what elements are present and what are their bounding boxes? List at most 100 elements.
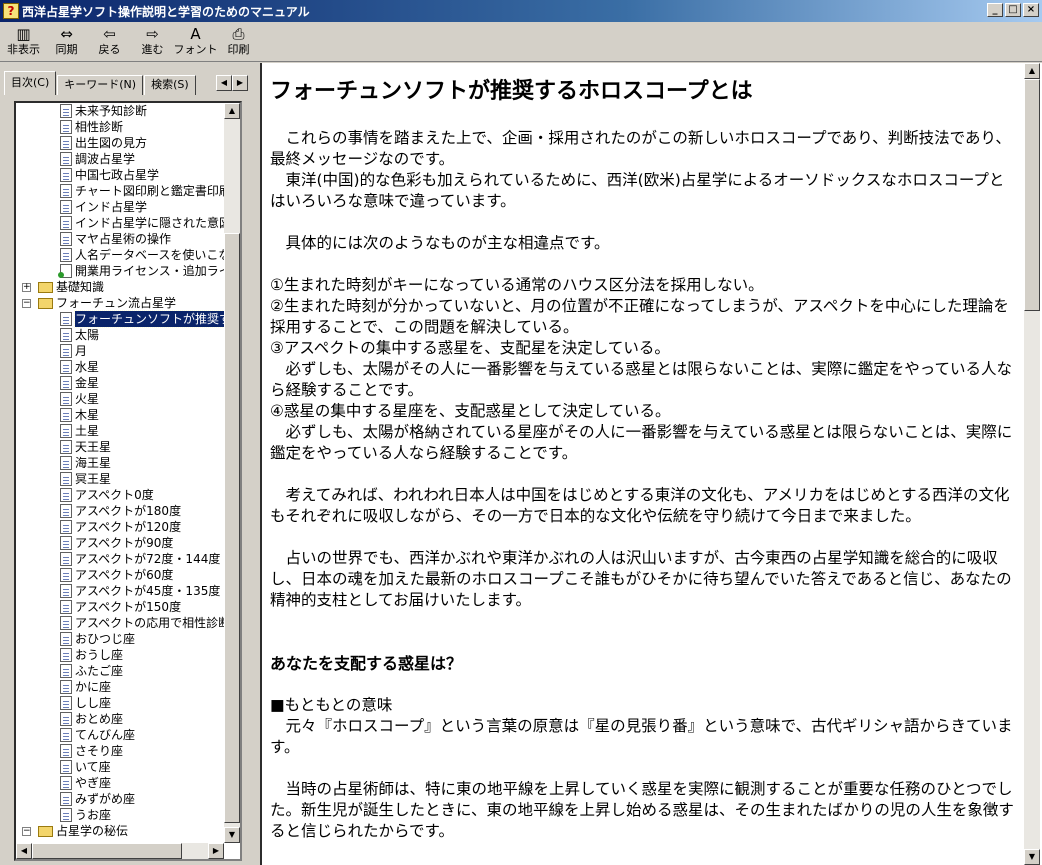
tree-item[interactable]: さそり座 xyxy=(16,743,224,759)
tree-scroll-left-button[interactable]: ◀ xyxy=(16,843,32,859)
tree-item[interactable]: マヤ占星術の操作 xyxy=(16,231,224,247)
tree-item[interactable]: 火星 xyxy=(16,391,224,407)
tree-item-label: 調波占星学 xyxy=(75,152,136,166)
paragraph: 具体的には次のようなものが主な相違点です。 xyxy=(270,234,610,252)
tab-search[interactable]: 検索(S) xyxy=(144,75,196,95)
tree-item[interactable]: アスペクトが90度 xyxy=(16,535,224,551)
page-icon xyxy=(60,760,72,774)
page-icon xyxy=(60,600,72,614)
tree-scroll-thumb[interactable] xyxy=(224,233,240,823)
tree-item[interactable]: おうし座 xyxy=(16,647,224,663)
tree-item-label: おとめ座 xyxy=(75,712,124,726)
tree-item[interactable]: インド占星学に隠された意図 xyxy=(16,215,224,231)
tree-item[interactable]: 冥王星 xyxy=(16,471,224,487)
tree-item[interactable]: かに座 xyxy=(16,679,224,695)
tree-item[interactable]: − フォーチュン流占星学 xyxy=(16,295,224,311)
page-icon xyxy=(60,424,72,438)
font-icon: A xyxy=(190,25,201,43)
tree-item[interactable]: アスペクトが60度 xyxy=(16,567,224,583)
tree-item[interactable]: 太陽 xyxy=(16,327,224,343)
tree-item[interactable]: + 基礎知識 xyxy=(16,279,224,295)
tree-item[interactable]: 開業用ライセンス・追加ライセンス xyxy=(16,263,224,279)
tab-keyword[interactable]: キーワード(N) xyxy=(57,75,144,95)
tree-item[interactable]: 月 xyxy=(16,343,224,359)
content-scroll-down-button[interactable]: ▼ xyxy=(1024,849,1040,865)
tree-item[interactable]: 天王星 xyxy=(16,439,224,455)
tree-item[interactable]: アスペクトが45度・135度 xyxy=(16,583,224,599)
tree-item[interactable]: 金星 xyxy=(16,375,224,391)
tree-item[interactable]: うお座 xyxy=(16,807,224,823)
hide-button[interactable]: ▥ 非表示 xyxy=(2,22,45,60)
tree-item[interactable]: しし座 xyxy=(16,695,224,711)
paragraph: これらの事情を踏まえた上で、企画・採用されたのがこの新しいホロスコープであり、判… xyxy=(270,129,1011,168)
close-button[interactable]: × xyxy=(1023,3,1039,17)
tree-item[interactable]: おとめ座 xyxy=(16,711,224,727)
tree-item[interactable]: やぎ座 xyxy=(16,775,224,791)
tab-scroll-left-button[interactable]: ◀ xyxy=(216,75,232,91)
tree-item[interactable]: 相性診断 xyxy=(16,119,224,135)
tree-item[interactable]: チャート図印刷と鑑定書印刷 xyxy=(16,183,224,199)
tree-hscroll-thumb[interactable] xyxy=(32,843,182,859)
tree-item[interactable]: ふたご座 xyxy=(16,663,224,679)
tree-item[interactable]: てんびん座 xyxy=(16,727,224,743)
tree-item-label: いて座 xyxy=(75,760,111,774)
tree-scroll-right-button[interactable]: ▶ xyxy=(208,843,224,859)
tree-list: 未来予知診断 相性診断 出生図の見方 調波占星学 中国七政占星学 チャート図印刷と鑑定書印… xyxy=(16,103,224,843)
tree-item[interactable]: 調波占星学 xyxy=(16,151,224,167)
page-icon xyxy=(60,728,72,742)
tree-item[interactable]: 未来予知診断 xyxy=(16,103,224,119)
tree-item[interactable]: みずがめ座 xyxy=(16,791,224,807)
help-app-icon: ? xyxy=(3,3,19,19)
tree-item[interactable]: 水星 xyxy=(16,359,224,375)
maximize-button[interactable]: □ xyxy=(1005,3,1021,17)
tree-item[interactable]: 人名データベースを使いこなす xyxy=(16,247,224,263)
tree-item[interactable]: アスペクトの応用で相性診断 xyxy=(16,615,224,631)
page-icon xyxy=(60,712,72,726)
tree-item-label: インド占星学に隠された意図 xyxy=(75,216,224,230)
font-button[interactable]: A フォント xyxy=(174,22,218,60)
sync-button[interactable]: ⇔ 同期 xyxy=(45,22,88,60)
content-vertical-scrollbar[interactable]: ▲ ▼ xyxy=(1024,63,1040,865)
tree-item[interactable]: いて座 xyxy=(16,759,224,775)
content-scroll-up-button[interactable]: ▲ xyxy=(1024,63,1040,79)
tree-item[interactable]: − 占星学の秘伝 xyxy=(16,823,224,839)
content-scroll-thumb[interactable] xyxy=(1024,79,1040,311)
tree-item-label: アスペクトが180度 xyxy=(75,504,182,518)
tree-item-label: 月 xyxy=(75,344,88,358)
navigation-pane: 目次(C) キーワード(N) 検索(S) ◀ ▶ 未来予知診断 相性診断 出生図の見… xyxy=(0,63,258,865)
back-button[interactable]: ⇦ 戻る xyxy=(88,22,131,60)
tree-item[interactable]: おひつじ座 xyxy=(16,631,224,647)
tree-item[interactable]: アスペクトが150度 xyxy=(16,599,224,615)
tree-item[interactable]: アスペクトが72度・144度・36度 xyxy=(16,551,224,567)
page-icon xyxy=(60,328,72,342)
tree-item[interactable]: アスペクト0度 xyxy=(16,487,224,503)
page-icon xyxy=(60,568,72,582)
collapse-icon[interactable]: − xyxy=(22,827,31,836)
page-icon xyxy=(60,216,72,230)
tree-vertical-scrollbar[interactable]: ▲ ▼ xyxy=(224,103,240,843)
tree-item[interactable]: フォーチュンソフトが推奨するホロスコープとは xyxy=(16,310,224,328)
tree-scroll-down-button[interactable]: ▼ xyxy=(224,827,240,843)
paragraph: ③アスペクトの集中する惑星を、支配星を決定している。 xyxy=(270,339,670,357)
tree-scroll-up-button[interactable]: ▲ xyxy=(224,103,240,119)
minimize-button[interactable]: _ xyxy=(987,3,1003,17)
print-button[interactable]: ⎙ 印刷 xyxy=(217,22,260,60)
tree-item[interactable]: インド占星学 xyxy=(16,199,224,215)
collapse-icon[interactable]: − xyxy=(22,299,31,308)
tree-item-label: フォーチュンソフトが推奨するホロスコープとは xyxy=(73,310,224,328)
tree-item[interactable]: 土星 xyxy=(16,423,224,439)
tab-scroll-right-button[interactable]: ▶ xyxy=(232,75,248,91)
tree-item[interactable]: 中国七政占星学 xyxy=(16,167,224,183)
tree-item[interactable]: 海王星 xyxy=(16,455,224,471)
tree-horizontal-scrollbar[interactable]: ◀ ▶ xyxy=(16,843,224,859)
tree-item[interactable]: 出生図の見方 xyxy=(16,135,224,151)
tree-item[interactable]: 木星 xyxy=(16,407,224,423)
tree-item[interactable]: アスペクトが120度 xyxy=(16,519,224,535)
tab-contents[interactable]: 目次(C) xyxy=(4,71,57,95)
tree-item[interactable]: アスペクトが180度 xyxy=(16,503,224,519)
forward-button[interactable]: ⇨ 進む xyxy=(131,22,174,60)
expand-icon[interactable]: + xyxy=(22,283,31,292)
